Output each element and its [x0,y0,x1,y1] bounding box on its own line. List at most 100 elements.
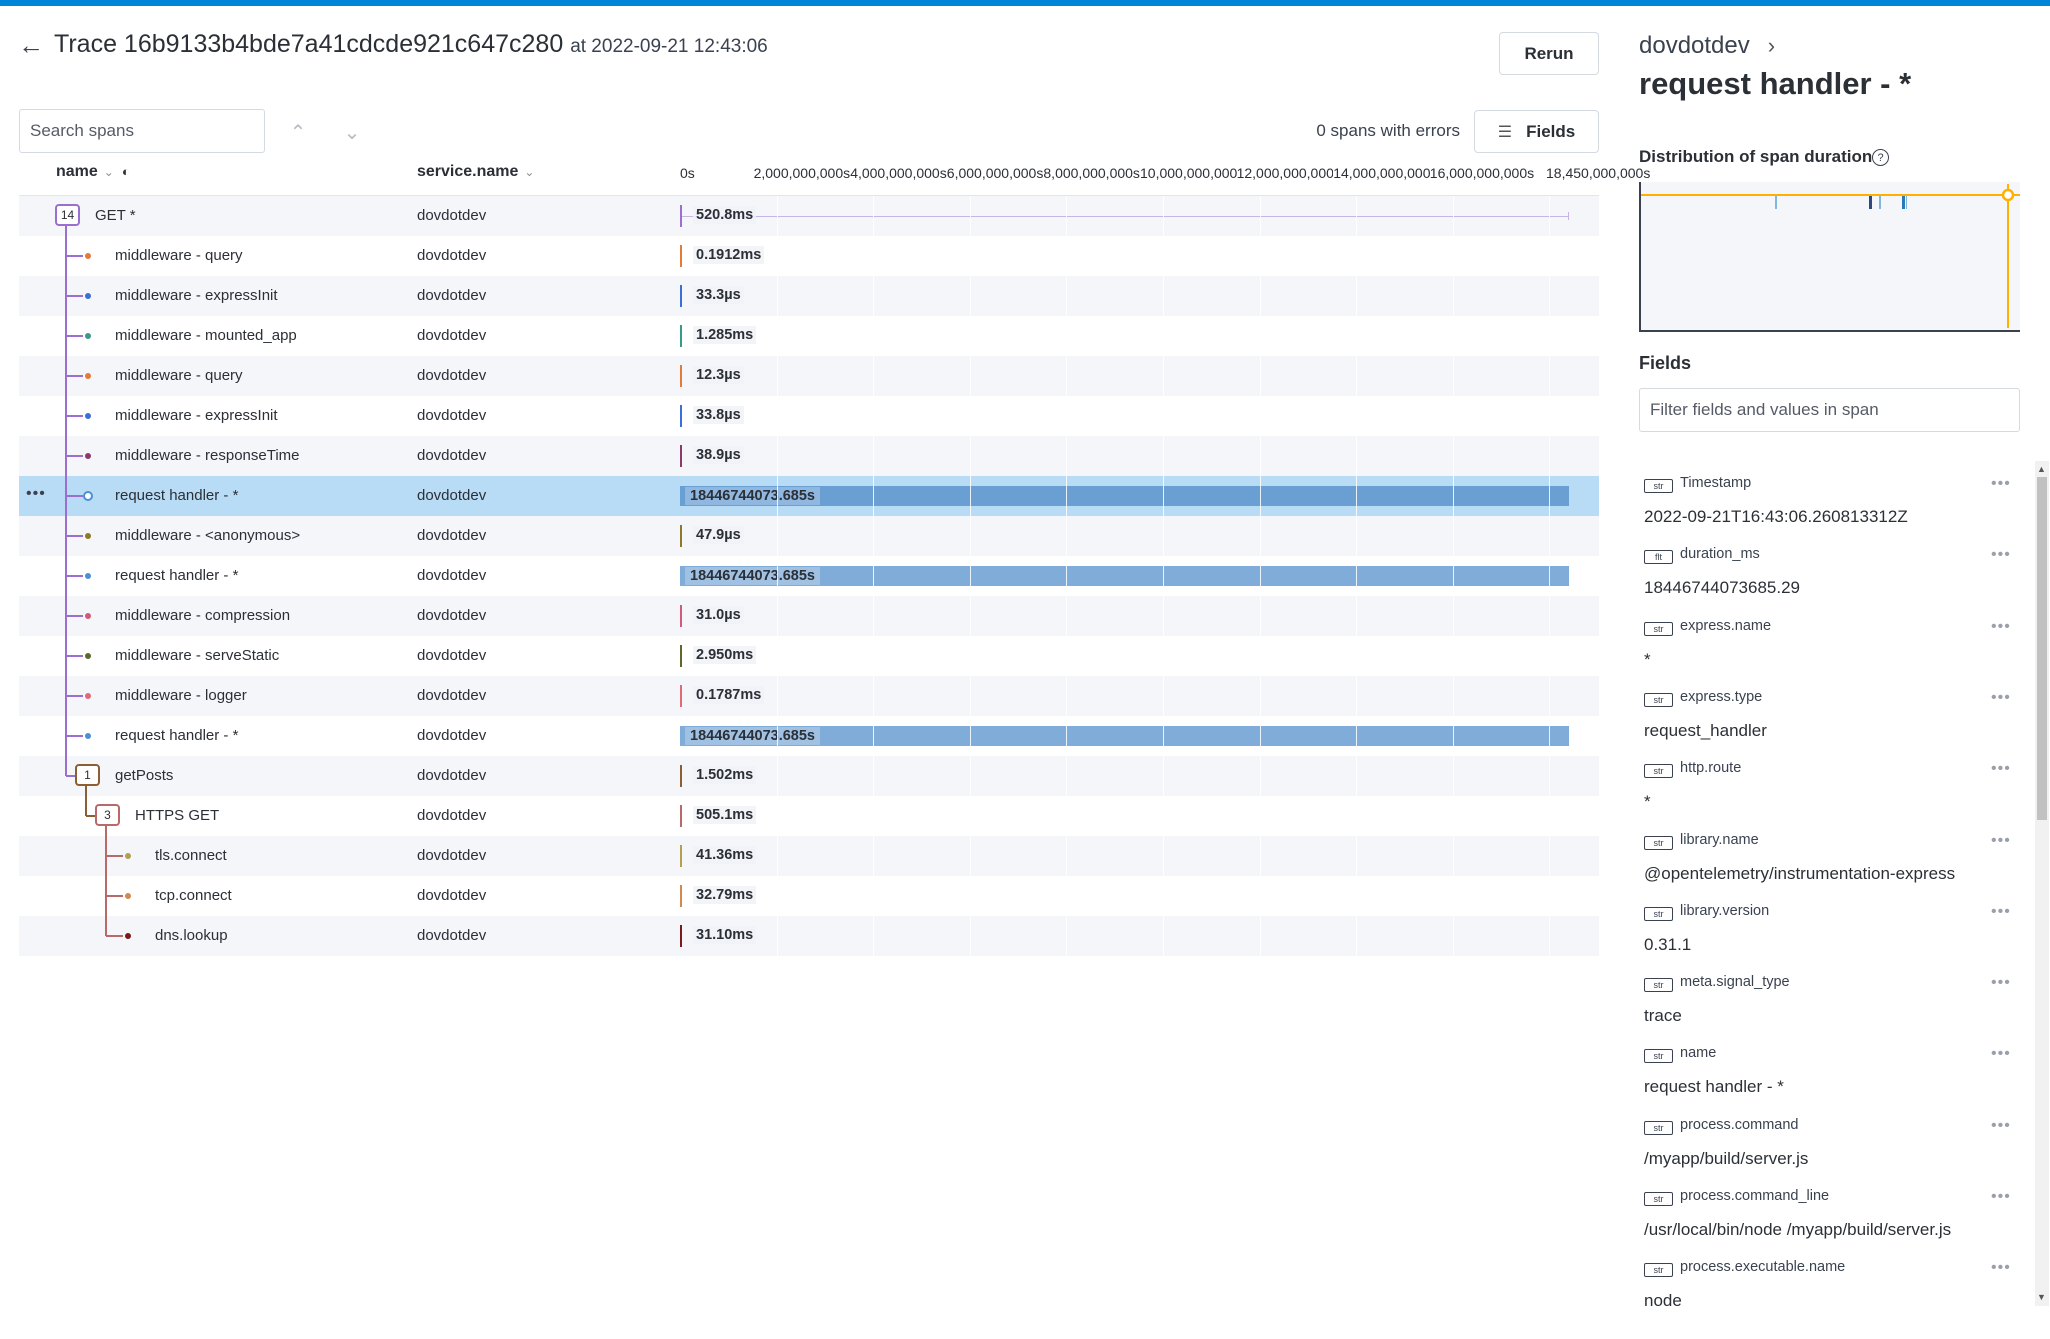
next-match-chevron-down-icon[interactable]: ⌄ [332,112,372,152]
span-row[interactable]: request handler - * dovdotdev 18446744073.… [19,556,1599,596]
timeline-gridline [970,236,971,276]
drop-icon[interactable]: ◐ [122,164,130,179]
distribution-mark [1869,196,1872,209]
scrollbar-thumb[interactable] [2037,477,2047,820]
timeline-gridline [1356,716,1357,756]
span-duration: 41.36ms [693,846,757,864]
error-count: 0 spans with errors [1316,121,1460,140]
timeline-gridline [1260,596,1261,636]
back-arrow-icon[interactable]: ← [18,30,44,61]
child-count-badge[interactable]: 3 [95,804,120,826]
span-row[interactable]: middleware - logger dovdotdev 0.1787ms [19,676,1599,716]
span-row[interactable]: middleware - mounted_app dovdotdev 1.285ms [19,316,1599,356]
more-options-icon[interactable]: ••• [1991,1117,2011,1135]
span-service: dovdotdev [417,887,487,904]
timeline-gridline [1163,196,1164,236]
span-service: dovdotdev [417,607,487,624]
span-row[interactable]: 14 GET * dovdotdev 520.8ms [19,196,1599,236]
span-duration-bar[interactable]: 18446744073.685s [680,726,1569,746]
span-row[interactable]: tcp.connect dovdotdev 32.79ms [19,876,1599,916]
timeline-gridline [1260,476,1261,516]
breadcrumb-service[interactable]: dovdotdev [1639,32,1750,59]
span-row[interactable]: 1 getPosts dovdotdev 1.502ms [19,756,1599,796]
span-duration: 32.79ms [693,886,757,904]
span-duration: 1.502ms [693,766,757,784]
timeline-gridline [1549,316,1550,356]
scroll-down-arrow-icon[interactable]: ▼ [2037,1292,2046,1302]
span-row[interactable]: request handler - * dovdotdev 18446744073.… [19,716,1599,756]
span-duration-bar[interactable]: 18446744073.685s [680,566,1569,586]
span-row[interactable]: middleware - serveStatic dovdotdev 2.950ms [19,636,1599,676]
more-options-icon[interactable]: ••• [1991,974,2011,992]
span-row[interactable]: ••• request handler - * dovdotdev 184467440… [19,476,1599,516]
timeline-gridline [1549,596,1550,636]
timeline-gridline [1260,316,1261,356]
more-options-icon[interactable]: ••• [1991,475,2011,493]
filter-fields-input[interactable] [1639,388,2020,432]
timeline-gridline [1163,756,1164,796]
more-options-icon[interactable]: ••• [1991,689,2011,707]
timeline-gridline [1453,756,1454,796]
timeline-gridline [1549,436,1550,476]
span-service: dovdotdev [417,807,487,824]
field-key: name [1680,1045,1717,1062]
timeline-gridline [1066,276,1067,316]
span-duration-bar [680,685,682,707]
timeline-gridline [1549,516,1550,556]
more-options-icon[interactable]: ••• [1991,1259,2011,1277]
span-duration-bar [680,405,682,427]
field-key: library.name [1680,831,1759,848]
search-spans-input[interactable] [19,109,265,153]
service-column-header[interactable]: service.name ⌄ [417,163,534,181]
timeline-gridline [873,236,874,276]
more-options-icon[interactable]: ••• [1991,760,2011,778]
name-column-header[interactable]: name ⌄ ◐ [56,163,130,181]
scroll-up-arrow-icon[interactable]: ▲ [2037,464,2046,474]
span-duration: 31.0µs [693,606,744,624]
span-row[interactable]: middleware - responseTime dovdotdev 38.9µs [19,436,1599,476]
highlight-marker [2001,188,2015,202]
help-icon[interactable]: ? [1872,149,1889,166]
span-duration-bar[interactable]: 18446744073.685s [680,486,1569,506]
timeline-gridline [777,716,778,756]
span-row[interactable]: middleware - query dovdotdev 12.3µs [19,356,1599,396]
fields-button[interactable]: ☰ Fields [1474,110,1599,153]
more-options-icon[interactable]: ••• [1991,618,2011,636]
trace-timestamp: at 2022-09-21 12:43:06 [570,36,768,57]
span-row[interactable]: 3 HTTPS GET dovdotdev 505.1ms [19,796,1599,836]
field-type-badge: str [1644,1120,1673,1135]
service-breadcrumb[interactable]: dovdotdev › [1639,32,1775,60]
timeline-gridline [777,236,778,276]
previous-match-chevron-up-icon[interactable]: ⌃ [278,112,318,152]
field-value: /myapp/build/server.js [1644,1148,1809,1168]
more-options-icon[interactable]: ••• [1991,903,2011,921]
span-row[interactable]: middleware - expressInit dovdotdev 33.3µs [19,276,1599,316]
more-options-icon[interactable]: ••• [1991,1045,2011,1063]
timeline-gridline [1549,556,1550,596]
child-count-badge[interactable]: 1 [75,764,100,786]
timeline-gridline [1163,636,1164,676]
more-options-icon[interactable]: ••• [26,485,46,503]
span-row[interactable]: dns.lookup dovdotdev 31.10ms [19,916,1599,956]
span-duration-bar [680,525,682,547]
more-options-icon[interactable]: ••• [1991,1188,2011,1206]
span-row[interactable]: tls.connect dovdotdev 41.36ms [19,836,1599,876]
field-key: express.name [1680,617,1772,634]
rerun-button[interactable]: Rerun [1499,32,1599,75]
timeline-gridline [970,676,971,716]
child-count-badge[interactable]: 14 [55,204,80,226]
field-value: request_handler [1644,720,1767,740]
span-name: HTTPS GET [135,807,220,824]
span-dot-icon [125,933,131,939]
span-name: middleware - logger [115,687,247,704]
span-row[interactable]: middleware - compression dovdotdev 31.0µs [19,596,1599,636]
more-options-icon[interactable]: ••• [1991,832,2011,850]
field-value: node [1644,1291,1682,1311]
span-name: middleware - <anonymous> [115,527,301,544]
timeline-gridline [1356,636,1357,676]
span-row[interactable]: middleware - expressInit dovdotdev 33.8µs [19,396,1599,436]
span-row[interactable]: middleware - <anonymous> dovdotdev 47.9µs [19,516,1599,556]
duration-distribution-chart[interactable] [1639,182,2020,332]
span-row[interactable]: middleware - query dovdotdev 0.1912ms [19,236,1599,276]
more-options-icon[interactable]: ••• [1991,546,2011,564]
